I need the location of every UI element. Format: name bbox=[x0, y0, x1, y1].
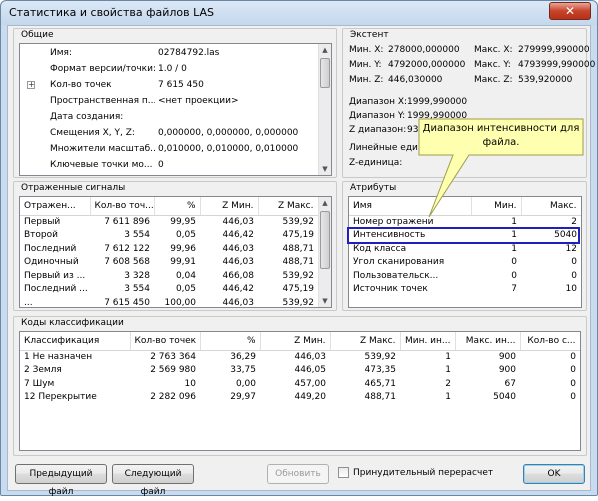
callout-balloon bbox=[418, 118, 584, 218]
las-statistics-window: Статистика и свойства файлов LAS ✕ Общие… bbox=[0, 0, 598, 497]
callout-text: Диапазон интенсивности для файла. bbox=[422, 123, 580, 148]
